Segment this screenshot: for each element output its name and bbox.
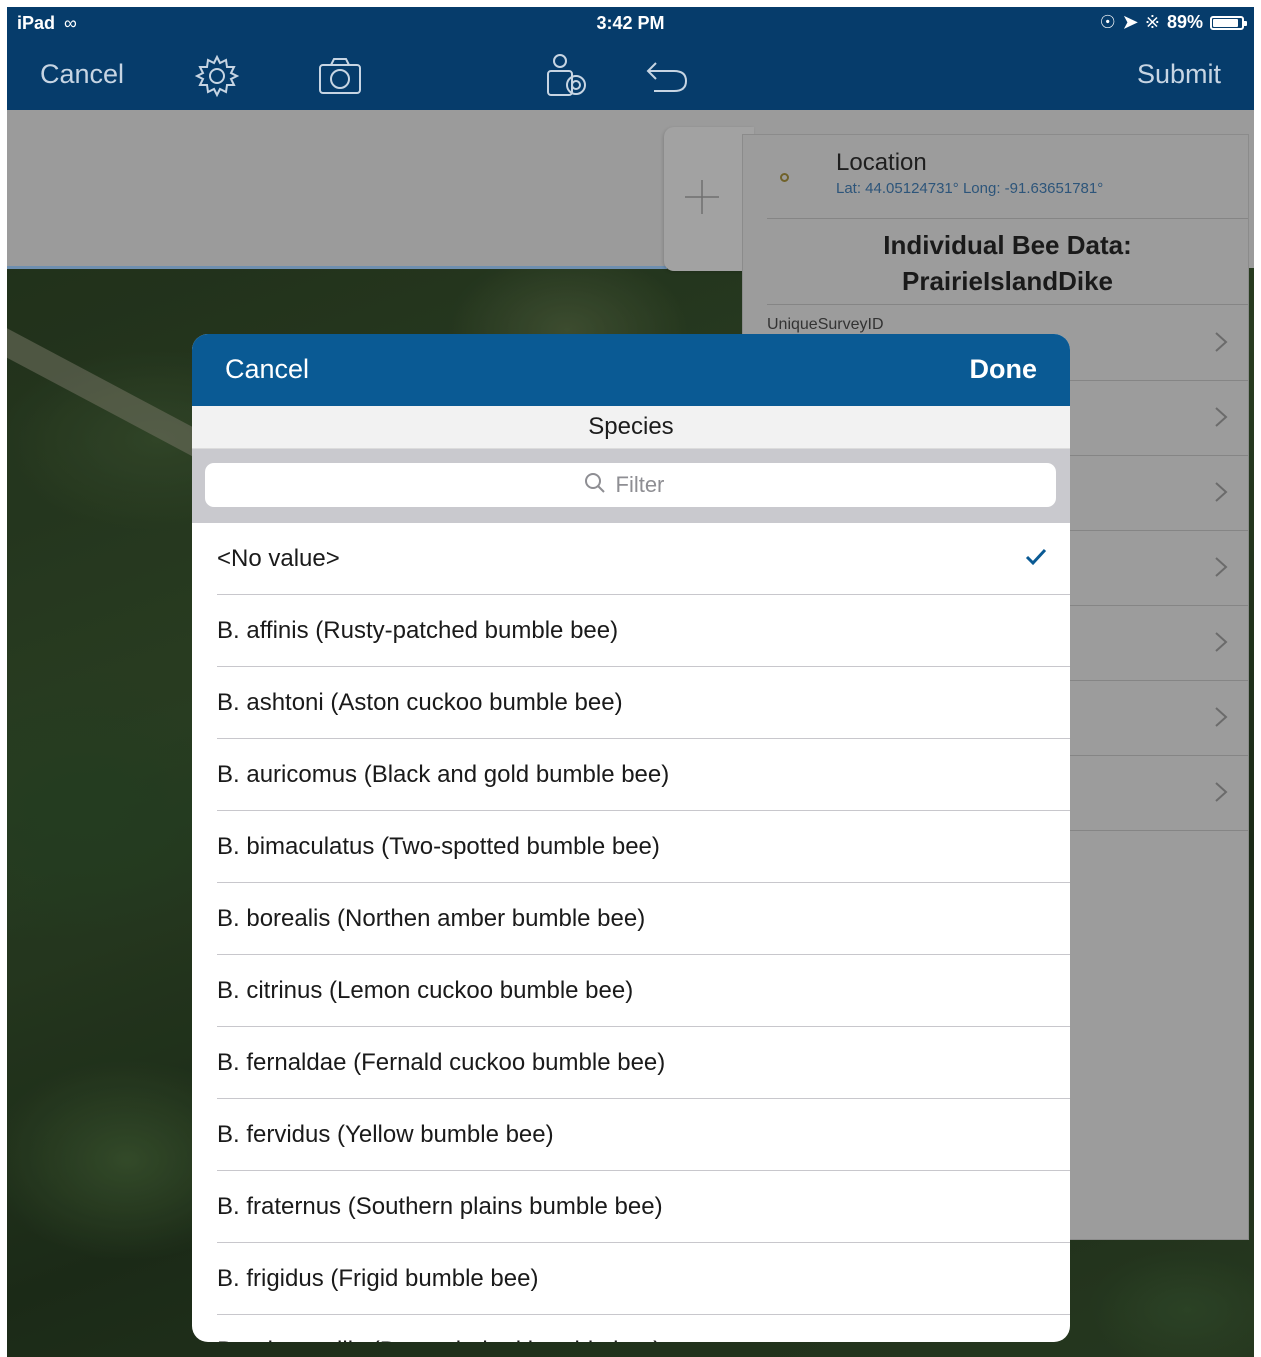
location-coordinates: Lat: 44.05124731° Long: -91.63651781° [836, 180, 1104, 197]
species-option[interactable]: B. bimaculatus (Two-spotted bumble bee) [217, 811, 1070, 883]
battery-fill [1213, 18, 1238, 27]
species-option-label: B. fervidus (Yellow bumble bee) [217, 1121, 554, 1148]
chevron-right-icon[interactable] [1214, 406, 1228, 428]
modal-header: Cancel Done [192, 334, 1070, 406]
ipad-screen: iPad ∞ 3:42 PM ☉ ➤ ※ 89% Cancel Submit L… [7, 7, 1254, 1357]
collect-feature-icon[interactable] [544, 53, 590, 99]
filter-bar [192, 449, 1070, 523]
form-title-line2: PrairieIslandDike [902, 266, 1113, 296]
species-option-label: B. borealis (Northen amber bumble bee) [217, 905, 646, 932]
location-title[interactable]: Location [836, 149, 927, 177]
species-option-label: B. bimaculatus (Two-spotted bumble bee) [217, 833, 660, 860]
gear-icon[interactable] [194, 53, 240, 99]
species-option-label: B. ashtoni (Aston cuckoo bumble bee) [217, 689, 623, 716]
species-list: <No value> B. affinis (Rusty-patched bumb… [192, 523, 1070, 1342]
modal-title: Species [192, 406, 1070, 449]
chevron-right-icon[interactable] [1214, 706, 1228, 728]
status-right: ☉ ➤ ※ 89% [1099, 12, 1247, 33]
species-option-label: B. griseocollis (Brown-belted bumble bee… [217, 1337, 661, 1342]
undo-icon[interactable] [644, 53, 690, 99]
species-option-label: <No value> [217, 545, 340, 572]
species-option[interactable]: B. griseocollis (Brown-belted bumble bee… [217, 1315, 1070, 1342]
species-option[interactable]: B. borealis (Northen amber bumble bee) [217, 883, 1070, 955]
species-option[interactable]: B. fernaldae (Fernald cuckoo bumble bee) [217, 1027, 1070, 1099]
battery-icon [1210, 15, 1247, 30]
form-title: Individual Bee Data: PrairieIslandDike [767, 227, 1248, 299]
form-title-line1: Individual Bee Data: [883, 230, 1132, 260]
location-arrow-icon: ➤ [1122, 12, 1138, 32]
add-panel-tab[interactable] [664, 127, 754, 271]
battery-tip [1244, 20, 1247, 26]
field-label-uniquesurveyid: UniqueSurveyID [767, 316, 884, 333]
modal-done-button[interactable]: Done [970, 354, 1038, 385]
species-option[interactable]: <No value> [217, 523, 1070, 595]
species-option[interactable]: B. auricomus (Black and gold bumble bee) [217, 739, 1070, 811]
submit-button[interactable]: Submit [1137, 59, 1221, 90]
species-option-label: B. frigidus (Frigid bumble bee) [217, 1265, 539, 1292]
bluetooth-icon: ※ [1144, 12, 1160, 32]
species-option[interactable]: B. ashtoni (Aston cuckoo bumble bee) [217, 667, 1070, 739]
chevron-right-icon[interactable] [1214, 781, 1228, 803]
map-header-divider [7, 266, 667, 269]
battery-percent: 89% [1166, 12, 1203, 32]
plus-icon[interactable] [684, 179, 720, 215]
species-option-label: B. affinis (Rusty-patched bumble bee) [217, 617, 619, 644]
species-option[interactable]: B. fraternus (Southern plains bumble bee… [217, 1171, 1070, 1243]
search-icon [584, 472, 606, 499]
filter-box[interactable] [205, 463, 1056, 507]
chevron-right-icon[interactable] [1214, 481, 1228, 503]
checkmark-icon [1024, 545, 1048, 569]
species-picker-modal: Cancel Done Species <No value> B. affinis… [192, 334, 1070, 1342]
chevron-right-icon[interactable] [1214, 556, 1228, 578]
modal-cancel-button[interactable]: Cancel [225, 354, 309, 385]
species-option-label: B. fraternus (Southern plains bumble bee… [217, 1193, 663, 1220]
cancel-button[interactable]: Cancel [40, 59, 124, 90]
panel-divider [767, 304, 1248, 305]
species-option-label: B. auricomus (Black and gold bumble bee) [217, 761, 670, 788]
location-marker-icon [780, 173, 789, 182]
nav-bar: Cancel Submit [7, 41, 1254, 110]
status-time: 3:42 PM [596, 13, 665, 33]
filter-input[interactable] [613, 471, 678, 499]
species-option[interactable]: B. fervidus (Yellow bumble bee) [217, 1099, 1070, 1171]
species-option[interactable]: B. affinis (Rusty-patched bumble bee) [217, 595, 1070, 667]
panel-divider [767, 218, 1248, 219]
orientation-lock-icon: ☉ [1099, 12, 1116, 32]
species-option[interactable]: B. frigidus (Frigid bumble bee) [217, 1243, 1070, 1315]
species-option-label: B. fernaldae (Fernald cuckoo bumble bee) [217, 1049, 666, 1076]
status-bar: iPad ∞ 3:42 PM ☉ ➤ ※ 89% [7, 7, 1254, 41]
chevron-right-icon[interactable] [1214, 631, 1228, 653]
chevron-right-icon[interactable] [1214, 331, 1228, 353]
camera-icon[interactable] [317, 53, 363, 99]
species-option[interactable]: B. citrinus (Lemon cuckoo bumble bee) [217, 955, 1070, 1027]
species-option-label: B. citrinus (Lemon cuckoo bumble bee) [217, 977, 634, 1004]
